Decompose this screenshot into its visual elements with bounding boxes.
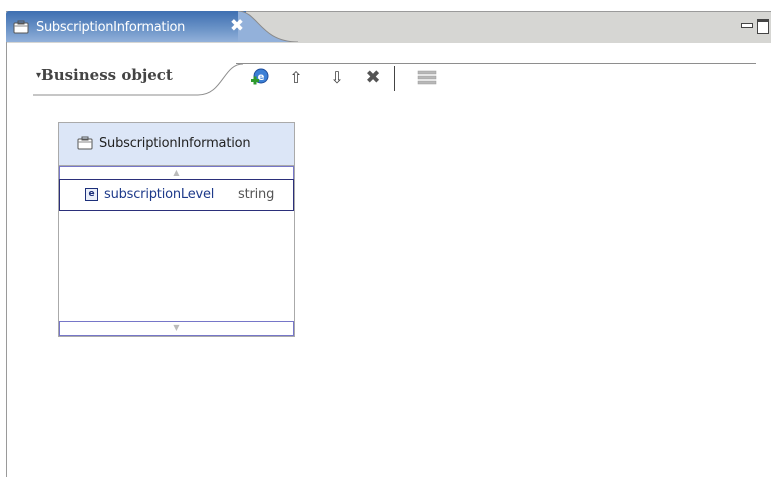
tab-title: SubscriptionInformation	[36, 20, 186, 35]
close-icon[interactable]: ✖	[227, 16, 247, 36]
attribute-name[interactable]: subscriptionLevel	[104, 187, 214, 202]
maximize-icon[interactable]	[757, 19, 769, 34]
business-object-icon	[13, 20, 29, 34]
scroll-up-icon[interactable]: ▲	[59, 166, 294, 180]
business-object-name: SubscriptionInformation	[99, 136, 251, 151]
editor-tab-bar: SubscriptionInformation ✖	[0, 0, 771, 43]
toolbar-separator	[394, 66, 395, 91]
section-divider	[236, 63, 756, 64]
attribute-type[interactable]: string	[238, 187, 274, 202]
business-object-icon	[77, 136, 93, 150]
attribute-row[interactable]: e subscriptionLevel string	[59, 179, 294, 211]
move-up-icon[interactable]: ⇧	[285, 67, 307, 89]
window-controls	[741, 18, 769, 34]
delete-icon[interactable]: ✖	[362, 67, 384, 89]
section-title-business-object[interactable]: ▾Business object	[36, 66, 173, 84]
section-title-label: Business object	[41, 66, 173, 84]
business-object-box[interactable]: SubscriptionInformation ▲ e subscription…	[58, 122, 295, 337]
scroll-down-icon[interactable]: ▼	[59, 321, 294, 336]
element-icon: e	[85, 188, 98, 201]
move-down-icon[interactable]: ⇩	[326, 67, 348, 89]
layout-icon[interactable]	[416, 67, 438, 89]
editor-left-border	[6, 42, 7, 477]
add-field-icon[interactable]: e	[248, 67, 270, 89]
business-object-header[interactable]: SubscriptionInformation	[59, 123, 294, 166]
tab-curve	[238, 11, 298, 42]
minimize-icon[interactable]	[741, 23, 753, 28]
